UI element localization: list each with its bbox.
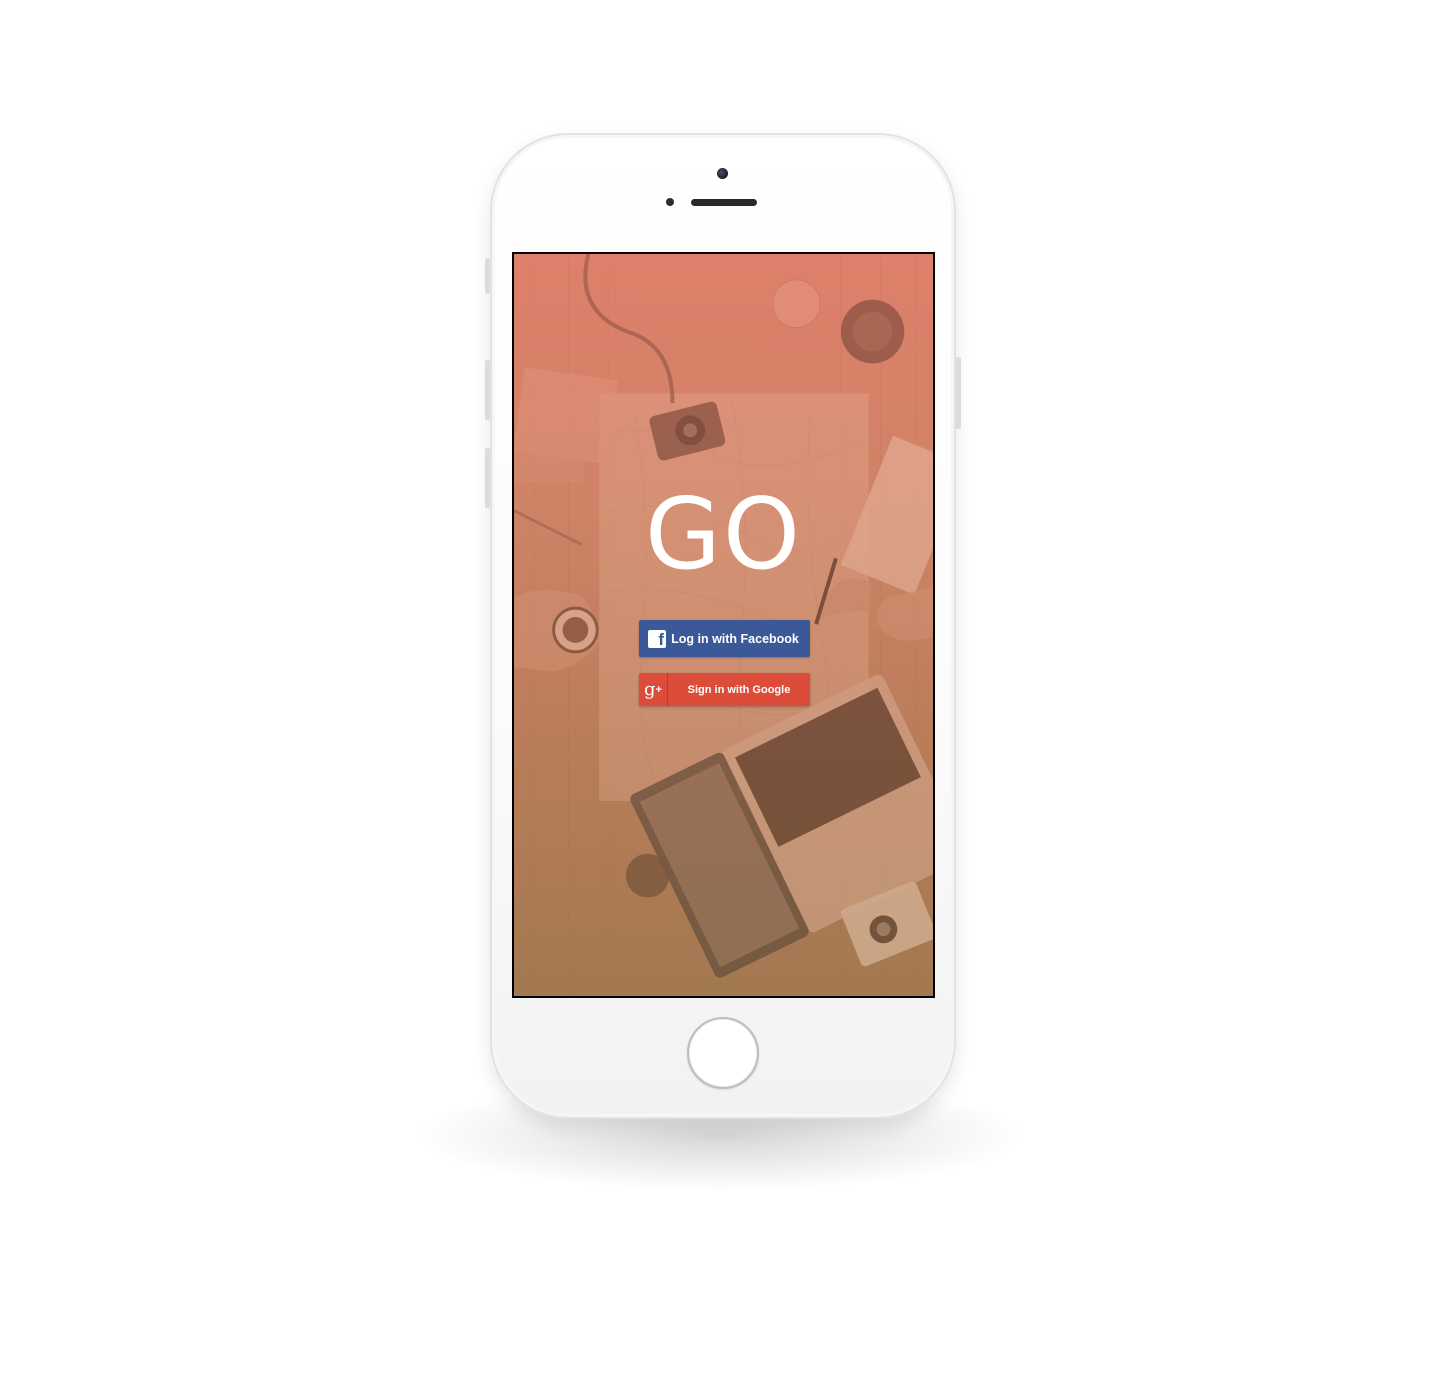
google-icon-letter: g bbox=[644, 679, 656, 700]
google-icon-plus: + bbox=[655, 683, 662, 696]
home-button[interactable] bbox=[687, 1017, 759, 1089]
earpiece-speaker bbox=[691, 199, 757, 206]
power-button bbox=[956, 357, 961, 429]
facebook-login-label: Log in with Facebook bbox=[671, 631, 799, 646]
proximity-sensor bbox=[666, 198, 674, 206]
app-logo: GO bbox=[644, 478, 803, 592]
google-signin-button[interactable]: g + Sign in with Google bbox=[639, 673, 810, 706]
mute-switch bbox=[485, 258, 490, 294]
facebook-icon: f bbox=[648, 629, 666, 648]
volume-down-button bbox=[485, 448, 490, 508]
front-camera bbox=[717, 168, 728, 179]
google-signin-label: Sign in with Google bbox=[687, 683, 791, 696]
volume-up-button bbox=[485, 360, 490, 420]
facebook-login-button[interactable]: f Log in with Facebook bbox=[639, 620, 810, 657]
google-plus-icon: g + bbox=[639, 673, 668, 706]
app-screen: GO f Log in with Facebook g + Sign in wit… bbox=[512, 252, 935, 998]
